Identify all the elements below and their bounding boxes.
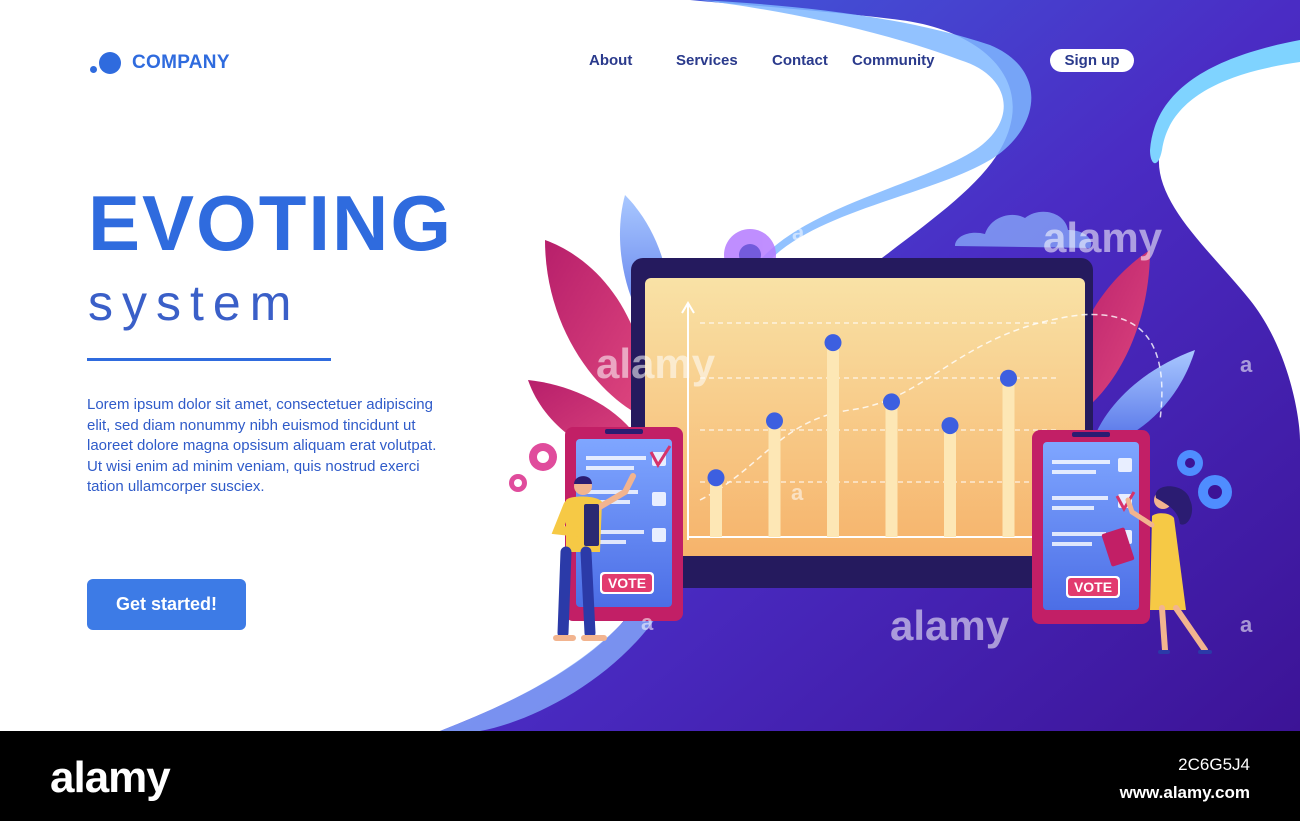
footer-brand: alamy (50, 753, 171, 802)
nav-link-about[interactable]: About (589, 52, 632, 69)
watermark-footer: alamy 2C6G5J4 www.alamy.com (0, 731, 1300, 821)
company-logo[interactable]: COMPANY (90, 48, 230, 78)
screen-chart-bar (885, 401, 898, 537)
screen-chart-point (707, 469, 725, 487)
screen-chart-point (824, 334, 842, 352)
watermark-text: a (1240, 612, 1253, 637)
footer-url: www.alamy.com (1119, 783, 1250, 802)
screen-chart-point (883, 393, 900, 411)
hero-subtitle: system (88, 275, 301, 331)
nav-link-contact[interactable]: Contact (772, 52, 828, 69)
screen-chart-bar (944, 425, 956, 537)
screen-chart-point (1000, 369, 1017, 387)
logo-text: COMPANY (132, 52, 230, 73)
vote-label-left: VOTE (608, 575, 646, 591)
watermark-text: a (791, 480, 804, 505)
screen-chart-bar (710, 477, 722, 537)
screen-chart-bar (1002, 378, 1015, 537)
watermark-text: a (1240, 352, 1253, 377)
watermark-text: a (792, 220, 805, 245)
screen-chart-point (766, 412, 783, 430)
watermark-text: alamy (890, 602, 1010, 649)
watermark-text: alamy (596, 340, 716, 387)
screen-chart-bar (827, 342, 839, 537)
logo-icon (90, 48, 122, 78)
vote-label-right: VOTE (1074, 579, 1112, 595)
watermark-text: alamy (1043, 214, 1163, 261)
hero-description: Lorem ipsum dolor sit amet, consectetuer… (87, 396, 437, 495)
phone-ballot-icon: VOTE (1032, 430, 1150, 624)
laptop-icon (631, 258, 1093, 588)
landing-page: VOTE VOTE alamy alamy alamy a a a a a CO… (0, 0, 1300, 731)
watermark-text: a (641, 610, 654, 635)
title-divider (87, 358, 331, 361)
get-started-button[interactable]: Get started! (87, 579, 246, 630)
sign-up-button[interactable]: Sign up (1050, 49, 1134, 72)
screen-chart-bar (768, 420, 781, 537)
footer-image-code: 2C6G5J4 (1178, 755, 1250, 774)
nav-link-community[interactable]: Community (852, 52, 935, 69)
screen-chart-point (941, 417, 959, 435)
hero-title: EVOTING (88, 179, 454, 267)
nav-link-services[interactable]: Services (676, 52, 738, 69)
